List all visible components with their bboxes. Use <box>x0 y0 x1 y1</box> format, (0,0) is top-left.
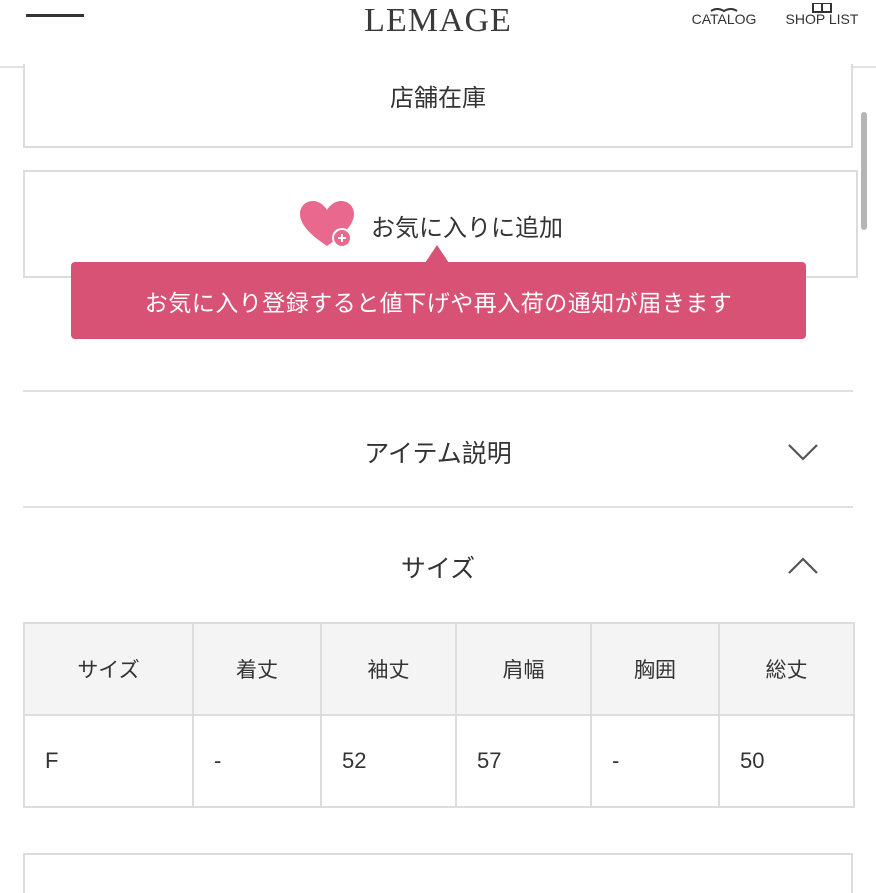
shop-icon <box>781 0 863 13</box>
table-header-cell: 胸囲 <box>590 622 720 716</box>
table-header-row: サイズ 着丈 袖丈 肩幅 胸囲 総丈 <box>23 622 855 716</box>
table-header-cell: 総丈 <box>718 622 855 716</box>
accordion-item-description[interactable]: アイテム説明 <box>23 392 853 502</box>
table-cell: 57 <box>455 714 592 808</box>
tooltip-text: お気に入り登録すると値下げや再入荷の通知が届きます <box>144 291 733 317</box>
table-cell: - <box>590 714 720 808</box>
table-header-cell: 肩幅 <box>455 622 592 716</box>
accordion-size[interactable]: サイズ <box>23 508 853 618</box>
catalog-link[interactable]: CATALOG <box>684 0 764 34</box>
add-favorite-label: お気に入りに追加 <box>371 214 563 242</box>
table-row: F - 52 57 - 50 <box>23 714 855 808</box>
store-stock-label: 店舗在庫 <box>390 84 486 112</box>
chevron-down-icon[interactable] <box>786 442 820 462</box>
accordion-label: サイズ <box>400 554 476 583</box>
chevron-up-icon[interactable] <box>786 556 820 576</box>
favorite-tooltip: お気に入り登録すると値下げや再入荷の通知が届きます <box>71 262 806 339</box>
shop-list-label: SHOP LIST <box>785 11 859 27</box>
store-stock-button[interactable]: 店舗在庫 <box>23 64 853 148</box>
page-scrollbar[interactable] <box>861 112 867 230</box>
table-cell: F <box>23 714 194 808</box>
table-header-cell: サイズ <box>23 622 194 716</box>
table-cell: - <box>192 714 322 808</box>
size-table: サイズ 着丈 袖丈 肩幅 胸囲 総丈 F - 52 57 - 50 <box>23 622 855 808</box>
accordion-label: アイテム説明 <box>364 439 512 468</box>
next-section-box[interactable] <box>23 853 853 893</box>
table-cell: 52 <box>320 714 457 808</box>
tooltip-arrow <box>425 245 449 263</box>
shop-list-link[interactable]: SHOP LIST <box>781 0 863 34</box>
table-cell: 50 <box>718 714 855 808</box>
table-header-cell: 着丈 <box>192 622 322 716</box>
heart-plus-icon <box>298 200 356 250</box>
table-header-cell: 袖丈 <box>320 622 457 716</box>
book-icon <box>684 0 764 13</box>
catalog-label: CATALOG <box>691 11 757 27</box>
site-header: LEMAGE CATALOG SHOP LIST <box>0 0 876 68</box>
